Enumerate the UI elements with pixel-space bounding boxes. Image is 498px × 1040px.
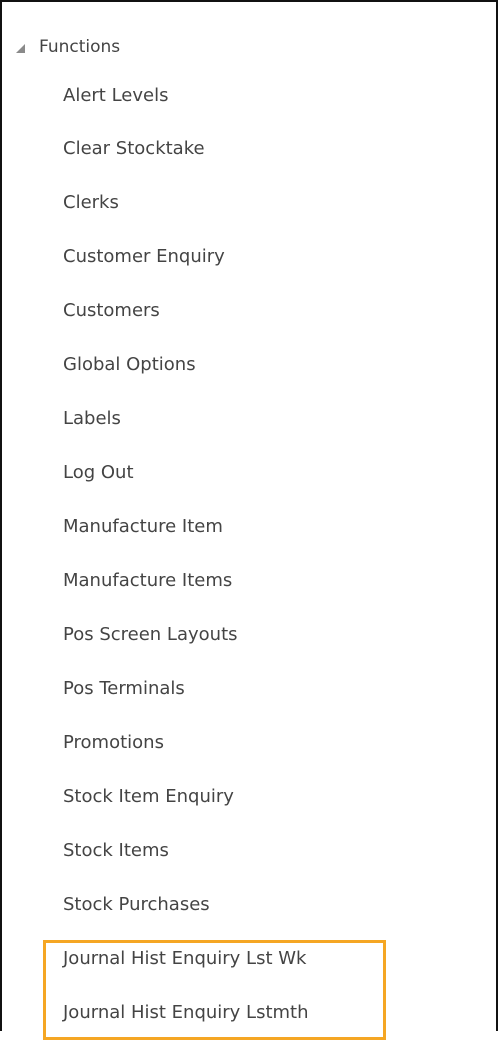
tree-item-global-options[interactable]: Global Options [63, 348, 196, 382]
tree-item-stock-item-enquiry[interactable]: Stock Item Enquiry [63, 780, 234, 814]
tree-item-clear-stocktake[interactable]: Clear Stocktake [63, 132, 205, 166]
tree-item-journal-hist-enquiry-lstmth[interactable]: Journal Hist Enquiry Lstmth [63, 996, 309, 1030]
tree-item-manufacture-item[interactable]: Manufacture Item [63, 510, 223, 544]
tree-group-functions[interactable]: Functions [16, 30, 120, 64]
tree-item-stock-purchases[interactable]: Stock Purchases [63, 888, 210, 922]
tree-item-labels[interactable]: Labels [63, 402, 121, 436]
tree-group-label: Functions [39, 37, 121, 57]
tree-item-customers[interactable]: Customers [63, 294, 160, 328]
tree-item-alert-levels[interactable]: Alert Levels [63, 79, 168, 113]
tree-item-stock-items[interactable]: Stock Items [63, 834, 169, 868]
tree-item-log-out[interactable]: Log Out [63, 456, 134, 490]
tree-item-manufacture-items[interactable]: Manufacture Items [63, 564, 232, 598]
tree-item-clerks[interactable]: Clerks [63, 186, 119, 220]
tree-item-customer-enquiry[interactable]: Customer Enquiry [63, 240, 225, 274]
tree-item-journal-hist-enquiry-lst-wk[interactable]: Journal Hist Enquiry Lst Wk [63, 942, 306, 976]
tree-item-pos-screen-layouts[interactable]: Pos Screen Layouts [63, 618, 238, 652]
functions-tree-panel: Functions Alert Levels Clear Stocktake C… [0, 0, 498, 1040]
tree-item-promotions[interactable]: Promotions [63, 726, 164, 760]
triangle-expanded-icon[interactable] [16, 43, 25, 53]
tree-item-pos-terminals[interactable]: Pos Terminals [63, 672, 185, 706]
